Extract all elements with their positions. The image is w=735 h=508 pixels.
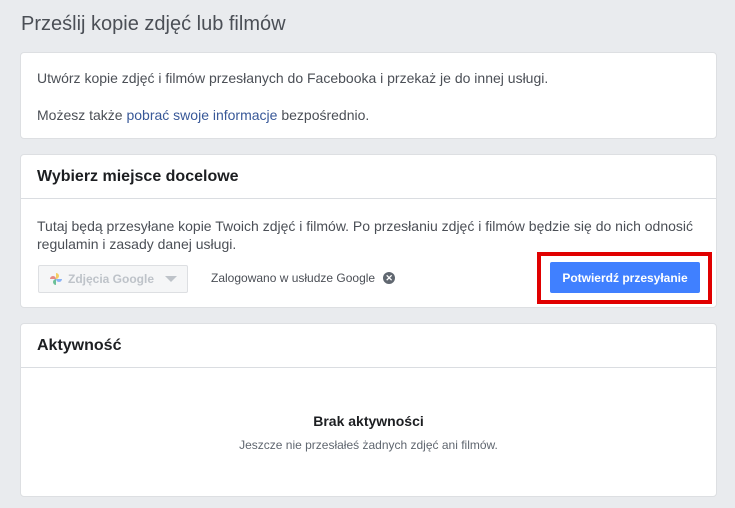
page-title: Prześlij kopie zdjęć lub filmów xyxy=(21,13,286,35)
activity-card: Aktywność Brak aktywności Jeszcze nie pr… xyxy=(20,323,717,497)
download-info-text: Możesz także pobrać swoje informacje bez… xyxy=(37,107,369,123)
destination-select[interactable]: Zdjęcia Google xyxy=(38,265,188,293)
intro-text: Utwórz kopie zdjęć i filmów przesłanych … xyxy=(37,70,549,86)
activity-header: Aktywność xyxy=(21,324,716,368)
confirm-transfer-button[interactable]: Potwierdź przesyłanie xyxy=(550,262,700,293)
chevron-down-icon xyxy=(165,276,177,282)
destination-card: Wybierz miejsce docelowe Tutaj będą prze… xyxy=(20,154,717,308)
logged-in-status: Zalogowano w usłudze Google ✕ xyxy=(211,271,396,285)
destination-description: Tutaj będą przesyłane kopie Twoich zdjęć… xyxy=(37,218,694,252)
logged-in-text: Zalogowano w usłudze Google xyxy=(211,271,376,285)
download-info-link[interactable]: pobrać swoje informacje xyxy=(126,107,277,123)
empty-activity-title: Brak aktywności xyxy=(313,413,424,429)
destination-header: Wybierz miejsce docelowe xyxy=(21,155,716,199)
empty-activity-subtitle: Jeszcze nie przesłałeś żadnych zdjęć ani… xyxy=(239,438,498,452)
destination-select-value: Zdjęcia Google xyxy=(68,272,155,286)
download-info-prefix: Możesz także xyxy=(37,107,127,123)
intro-card: Utwórz kopie zdjęć i filmów przesłanych … xyxy=(20,52,717,139)
download-info-suffix: bezpośrednio. xyxy=(277,107,370,123)
close-icon[interactable]: ✕ xyxy=(383,272,396,284)
google-photos-icon xyxy=(50,273,62,285)
